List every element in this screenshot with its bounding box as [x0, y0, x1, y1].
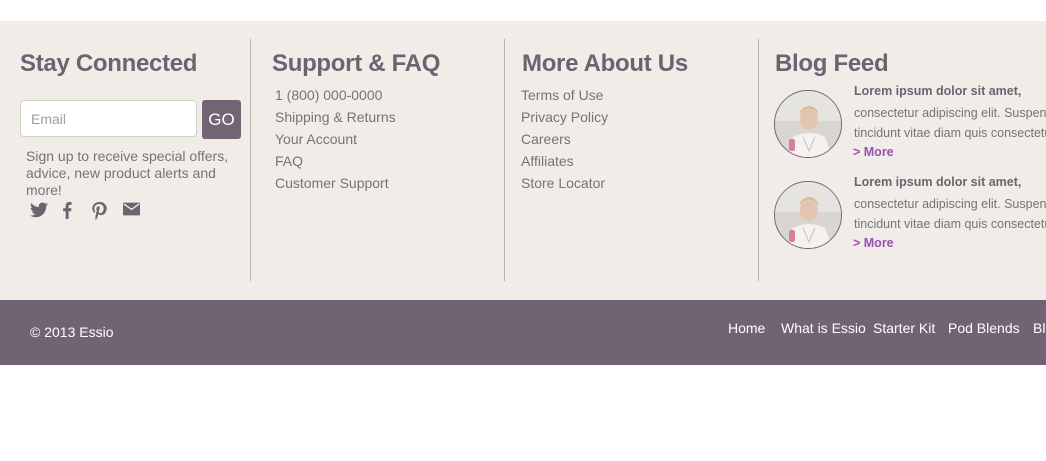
bottom-nav-blog[interactable]: Blog: [1033, 320, 1046, 336]
column-divider: [758, 39, 759, 281]
shipping-returns-link[interactable]: Shipping & Returns: [275, 108, 396, 130]
pinterest-icon[interactable]: [92, 202, 109, 220]
blog-post-excerpt: consectetur adipiscing elit. Suspendisse…: [854, 194, 1046, 234]
blog-post-excerpt-line: tincidunt vitae diam quis consectetur.: [854, 217, 1046, 231]
blog-feed-title: Blog Feed: [775, 50, 889, 77]
bottom-nav-starter-kit[interactable]: Starter Kit: [873, 320, 935, 336]
blog-post-more-link[interactable]: > More: [853, 145, 894, 159]
customer-support-link[interactable]: Customer Support: [275, 174, 396, 196]
support-faq-section: Support & FAQ 1 (800) 000-0000 Shipping …: [251, 39, 504, 281]
privacy-policy-link[interactable]: Privacy Policy: [521, 108, 608, 130]
more-about-us-section: More About Us Terms of Use Privacy Polic…: [505, 39, 758, 281]
careers-link[interactable]: Careers: [521, 130, 608, 152]
footer: Stay Connected GO Sign up to receive spe…: [0, 21, 1046, 300]
twitter-icon[interactable]: [30, 202, 48, 219]
bottom-nav-what-is-essio[interactable]: What is Essio: [781, 320, 866, 336]
your-account-link[interactable]: Your Account: [275, 130, 396, 152]
email-input[interactable]: [20, 100, 197, 137]
blog-post-excerpt: consectetur adipiscing elit. Suspendisse…: [854, 103, 1046, 143]
terms-of-use-link[interactable]: Terms of Use: [521, 86, 608, 108]
support-faq-title: Support & FAQ: [272, 50, 441, 77]
blog-post-image[interactable]: [774, 90, 842, 158]
more-about-us-title: More About Us: [522, 50, 688, 77]
blog-post-excerpt-line: consectetur adipiscing elit. Suspendisse: [854, 106, 1046, 120]
blog-post-title[interactable]: Lorem ipsum dolor sit amet,: [854, 84, 1021, 98]
bottom-nav-pod-blends[interactable]: Pod Blends: [948, 320, 1020, 336]
support-links: 1 (800) 000-0000 Shipping & Returns Your…: [275, 86, 396, 196]
go-button[interactable]: GO: [202, 100, 241, 139]
support-phone-link[interactable]: 1 (800) 000-0000: [275, 86, 396, 108]
faq-link[interactable]: FAQ: [275, 152, 396, 174]
stay-connected-section: Stay Connected GO Sign up to receive spe…: [0, 39, 250, 281]
blog-post-excerpt-line: tincidunt vitae diam quis consectetur.: [854, 126, 1046, 140]
blog-post-more-link[interactable]: > More: [853, 236, 894, 250]
bottom-nav-home[interactable]: Home: [728, 320, 765, 336]
facebook-icon[interactable]: [61, 202, 78, 219]
store-locator-link[interactable]: Store Locator: [521, 174, 608, 196]
signup-text: Sign up to receive special offers, advic…: [26, 148, 229, 198]
blog-post-image[interactable]: [774, 181, 842, 249]
affiliates-link[interactable]: Affiliates: [521, 152, 608, 174]
social-icons: [30, 202, 140, 220]
about-links: Terms of Use Privacy Policy Careers Affi…: [521, 86, 608, 196]
copyright-text: © 2013 Essio: [30, 324, 114, 340]
stay-connected-title: Stay Connected: [20, 50, 198, 77]
email-icon[interactable]: [123, 202, 140, 219]
blog-post-title[interactable]: Lorem ipsum dolor sit amet,: [854, 175, 1021, 189]
bottom-bar: © 2013 Essio Home What is Essio Starter …: [0, 300, 1046, 365]
blog-post-excerpt-line: consectetur adipiscing elit. Suspendisse: [854, 197, 1046, 211]
